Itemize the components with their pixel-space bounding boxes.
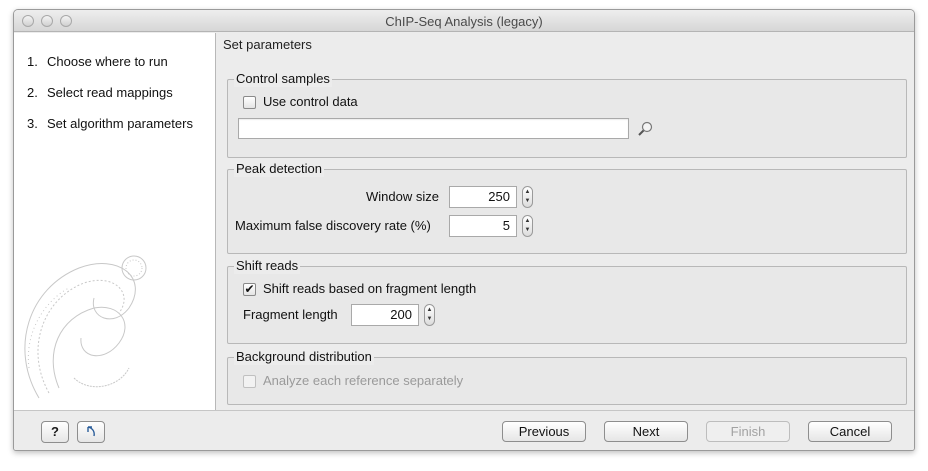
shift-reads-checkbox[interactable]: ✔ (243, 283, 256, 296)
background-distribution-legend: Background distribution (234, 349, 374, 365)
dialog-window: ChIP-Seq Analysis (legacy) 1. Choose wher… (13, 9, 915, 451)
fdr-label: Maximum false discovery rate (%) (235, 218, 431, 233)
panel-title: Set parameters (223, 37, 312, 52)
fragment-length-label: Fragment length (243, 307, 338, 322)
step-number: 1. (27, 54, 38, 69)
step-select-read-mappings: 2. Select read mappings (27, 85, 173, 100)
background-distribution-group: Background distribution Analyze each ref… (227, 349, 907, 405)
fragment-length-field[interactable]: 200 (351, 304, 419, 326)
control-samples-group: Control samples Use control data (227, 71, 907, 158)
shift-reads-legend: Shift reads (234, 258, 301, 274)
shift-reads-group: Shift reads ✔ Shift reads based on fragm… (227, 258, 907, 344)
wizard-steps-sidebar: 1. Choose where to run 2. Select read mapp… (14, 33, 216, 410)
shift-reads-label: Shift reads based on fragment length (263, 281, 477, 296)
reset-button[interactable] (77, 421, 105, 443)
spinner-up-icon[interactable]: ▲ (425, 306, 434, 315)
step-choose-where-to-run: 1. Choose where to run (27, 54, 168, 69)
analyze-each-reference-label: Analyze each reference separately (263, 373, 464, 388)
use-control-data-checkbox[interactable] (243, 96, 256, 109)
use-control-data-label: Use control data (263, 94, 358, 109)
window-size-label: Window size (366, 189, 439, 204)
browse-magnifier-icon[interactable] (637, 121, 654, 137)
step-label: Set algorithm parameters (47, 116, 193, 131)
control-data-path-field[interactable] (238, 118, 629, 139)
step-label: Select read mappings (47, 85, 173, 100)
finish-button[interactable]: Finish (706, 421, 790, 442)
fdr-spinner[interactable]: ▲ ▼ (522, 215, 533, 237)
window-size-spinner[interactable]: ▲ ▼ (522, 186, 533, 208)
analyze-each-reference-checkbox[interactable] (243, 375, 256, 388)
cancel-button[interactable]: Cancel (808, 421, 892, 442)
spinner-down-icon[interactable]: ▼ (523, 226, 532, 235)
window-size-field[interactable]: 250 (449, 186, 517, 208)
fragment-length-spinner[interactable]: ▲ ▼ (424, 304, 435, 326)
help-button[interactable]: ? (41, 421, 69, 443)
step-number: 2. (27, 85, 38, 100)
spinner-up-icon[interactable]: ▲ (523, 217, 532, 226)
control-samples-legend: Control samples (234, 71, 332, 87)
spinner-down-icon[interactable]: ▼ (523, 197, 532, 206)
next-button[interactable]: Next (604, 421, 688, 442)
spinner-down-icon[interactable]: ▼ (425, 315, 434, 324)
dialog-footer: ? Previous Next Finish Cancel (14, 410, 914, 450)
previous-button[interactable]: Previous (502, 421, 586, 442)
step-set-algorithm-parameters: 3. Set algorithm parameters (27, 116, 193, 131)
peak-detection-legend: Peak detection (234, 161, 325, 177)
window-title: ChIP-Seq Analysis (legacy) (385, 14, 543, 29)
step-number: 3. (27, 116, 38, 131)
reset-arrow-icon (87, 426, 95, 437)
spinner-up-icon[interactable]: ▲ (523, 188, 532, 197)
decorative-dna-swirl-icon (24, 255, 147, 399)
step-label: Choose where to run (47, 54, 168, 69)
parameters-panel: Set parameters Control samples Use contr… (217, 33, 914, 410)
help-icon: ? (51, 424, 59, 439)
title-bar: ChIP-Seq Analysis (legacy) (14, 10, 914, 32)
fdr-field[interactable]: 5 (449, 215, 517, 237)
peak-detection-group: Peak detection Window size 250 ▲ ▼ Maxim… (227, 161, 907, 254)
